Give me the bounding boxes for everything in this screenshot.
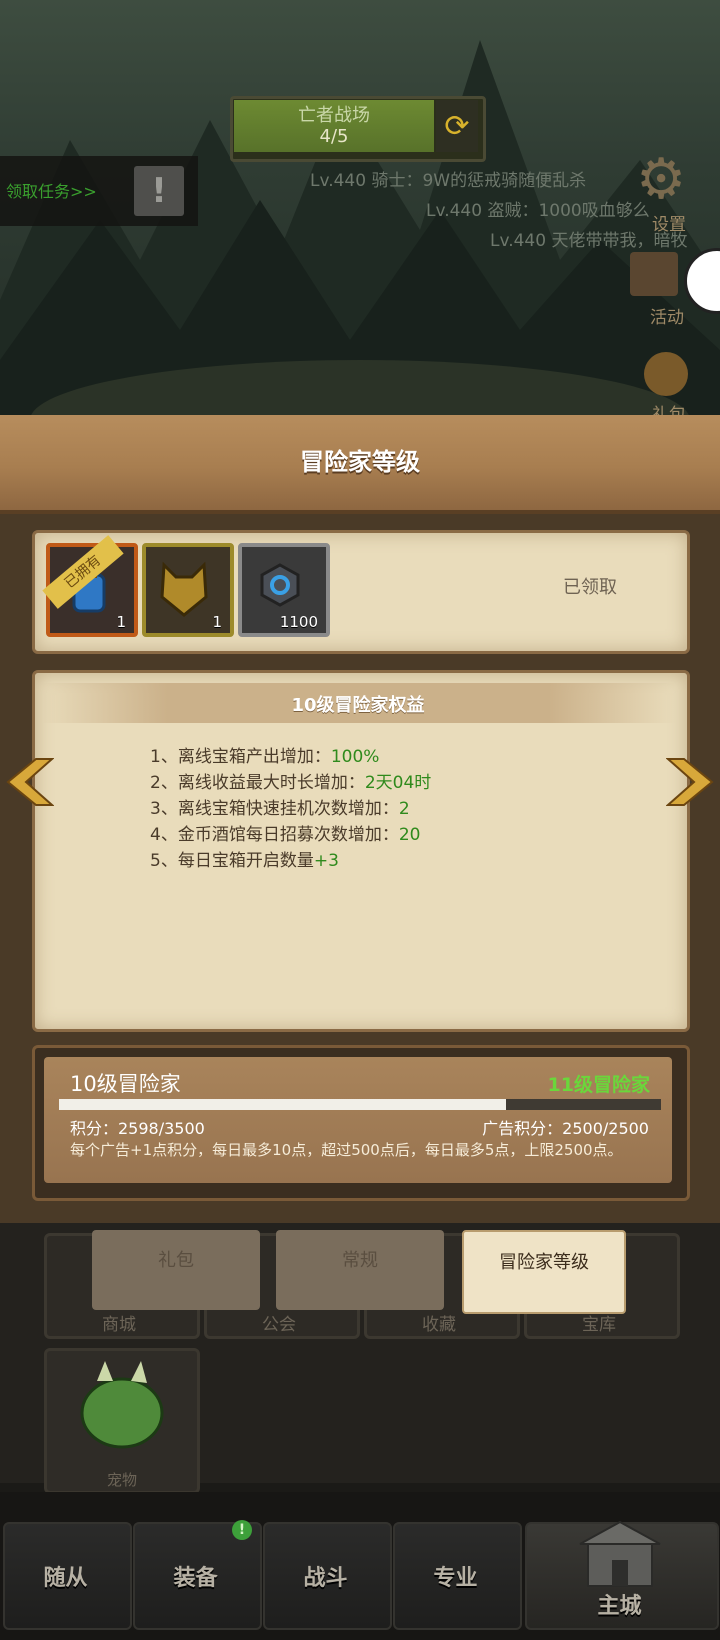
tab-gift[interactable]: 礼包: [92, 1230, 260, 1310]
gear-icon[interactable]: ⚙: [636, 150, 686, 210]
nav-label: 专业: [433, 1566, 478, 1591]
benefit-text: 3、离线宝箱快速挂机次数增加：: [150, 799, 399, 819]
scroll-icon[interactable]: [630, 252, 678, 296]
alert-icon[interactable]: !: [134, 166, 184, 216]
benefit-text: 5、每日宝箱开启数量: [150, 851, 314, 871]
benefit-value: 2: [398, 799, 410, 819]
refresh-icon[interactable]: ⟳: [436, 100, 478, 152]
page-title: 冒险家等级: [300, 448, 420, 476]
nav-label: 装备: [173, 1566, 218, 1591]
ad-points-label: 广告积分：2500/2500: [482, 1119, 649, 1138]
nav-label: 战斗: [303, 1566, 348, 1591]
chat-feed-line: Lv.440 盗贼：1000吸血够么: [426, 201, 650, 221]
settings-label: 设置: [652, 215, 686, 235]
battlefield-title: 亡者战场: [298, 105, 370, 126]
benefit-line: 2、离线收益最大时长增加：2天04时: [150, 768, 431, 793]
claimed-status: 已领取: [563, 577, 617, 598]
tab-adventurer-level[interactable]: 冒险家等级: [462, 1230, 626, 1314]
benefit-text: 4、金币酒馆每日招募次数增加：: [150, 825, 399, 845]
benefit-title: 10级冒险家权益: [291, 695, 425, 716]
nav-label: 主城: [597, 1594, 642, 1619]
reward-count: 1: [116, 613, 126, 631]
chat-feed-line: Lv.440 骑士：9W的惩戒骑随便乱杀: [310, 171, 587, 191]
benefit-value: 20: [398, 825, 421, 845]
pet-label: 宠物: [106, 1471, 137, 1489]
chevron-right-icon: [665, 758, 714, 806]
gift-icon[interactable]: [644, 352, 688, 396]
benefit-line: 1、离线宝箱产出增加：100%: [150, 742, 379, 767]
benefit-text: 1、离线宝箱产出增加：: [150, 747, 331, 767]
benefit-line: 3、离线宝箱快速挂机次数增加：2: [150, 794, 410, 819]
reward-count: 1: [212, 613, 222, 631]
reward-count: 1100: [279, 613, 318, 631]
benefit-value: +3: [313, 851, 339, 871]
dragon-icon: [80, 1361, 164, 1449]
shop-label: 商城: [102, 1315, 136, 1335]
benefit-line: 5、每日宝箱开启数量+3: [150, 846, 339, 871]
chevron-left-icon: [6, 758, 55, 806]
benefit-value: 100%: [330, 747, 380, 767]
claim-task-link[interactable]: 领取任务>>: [6, 178, 97, 202]
benefit-text: 2、离线收益最大时长增加：: [150, 773, 365, 793]
benefit-line: 4、金币酒馆每日招募次数增加：20: [150, 820, 420, 845]
current-level-label: 10级冒险家: [70, 1072, 181, 1096]
tab-regular[interactable]: 常规: [276, 1230, 444, 1310]
points-label: 积分：2598/3500: [70, 1119, 205, 1138]
castle-icon: [570, 1518, 670, 1588]
points-note: 每个广告+1点积分，每日最多10点，超过500点后，每日最多5点，上限2500点…: [70, 1141, 623, 1159]
next-level-label: 11级冒险家: [547, 1074, 650, 1096]
notification-badge: !: [232, 1520, 252, 1540]
activity-label: 活动: [650, 308, 684, 328]
gold-armor-icon: [160, 561, 208, 617]
benefit-value: 2天04时: [364, 773, 432, 793]
nav-label: 随从: [43, 1566, 88, 1591]
pet-tile[interactable]: 宠物: [44, 1348, 200, 1494]
battlefield-count: 4/5: [319, 126, 349, 147]
points-progress-fill: [59, 1099, 506, 1110]
reward-slot-gem[interactable]: 1100: [238, 543, 330, 637]
shop-label: 公会: [262, 1315, 296, 1335]
benefit-card: [32, 670, 690, 1032]
reward-slot-armor[interactable]: 1: [142, 543, 234, 637]
